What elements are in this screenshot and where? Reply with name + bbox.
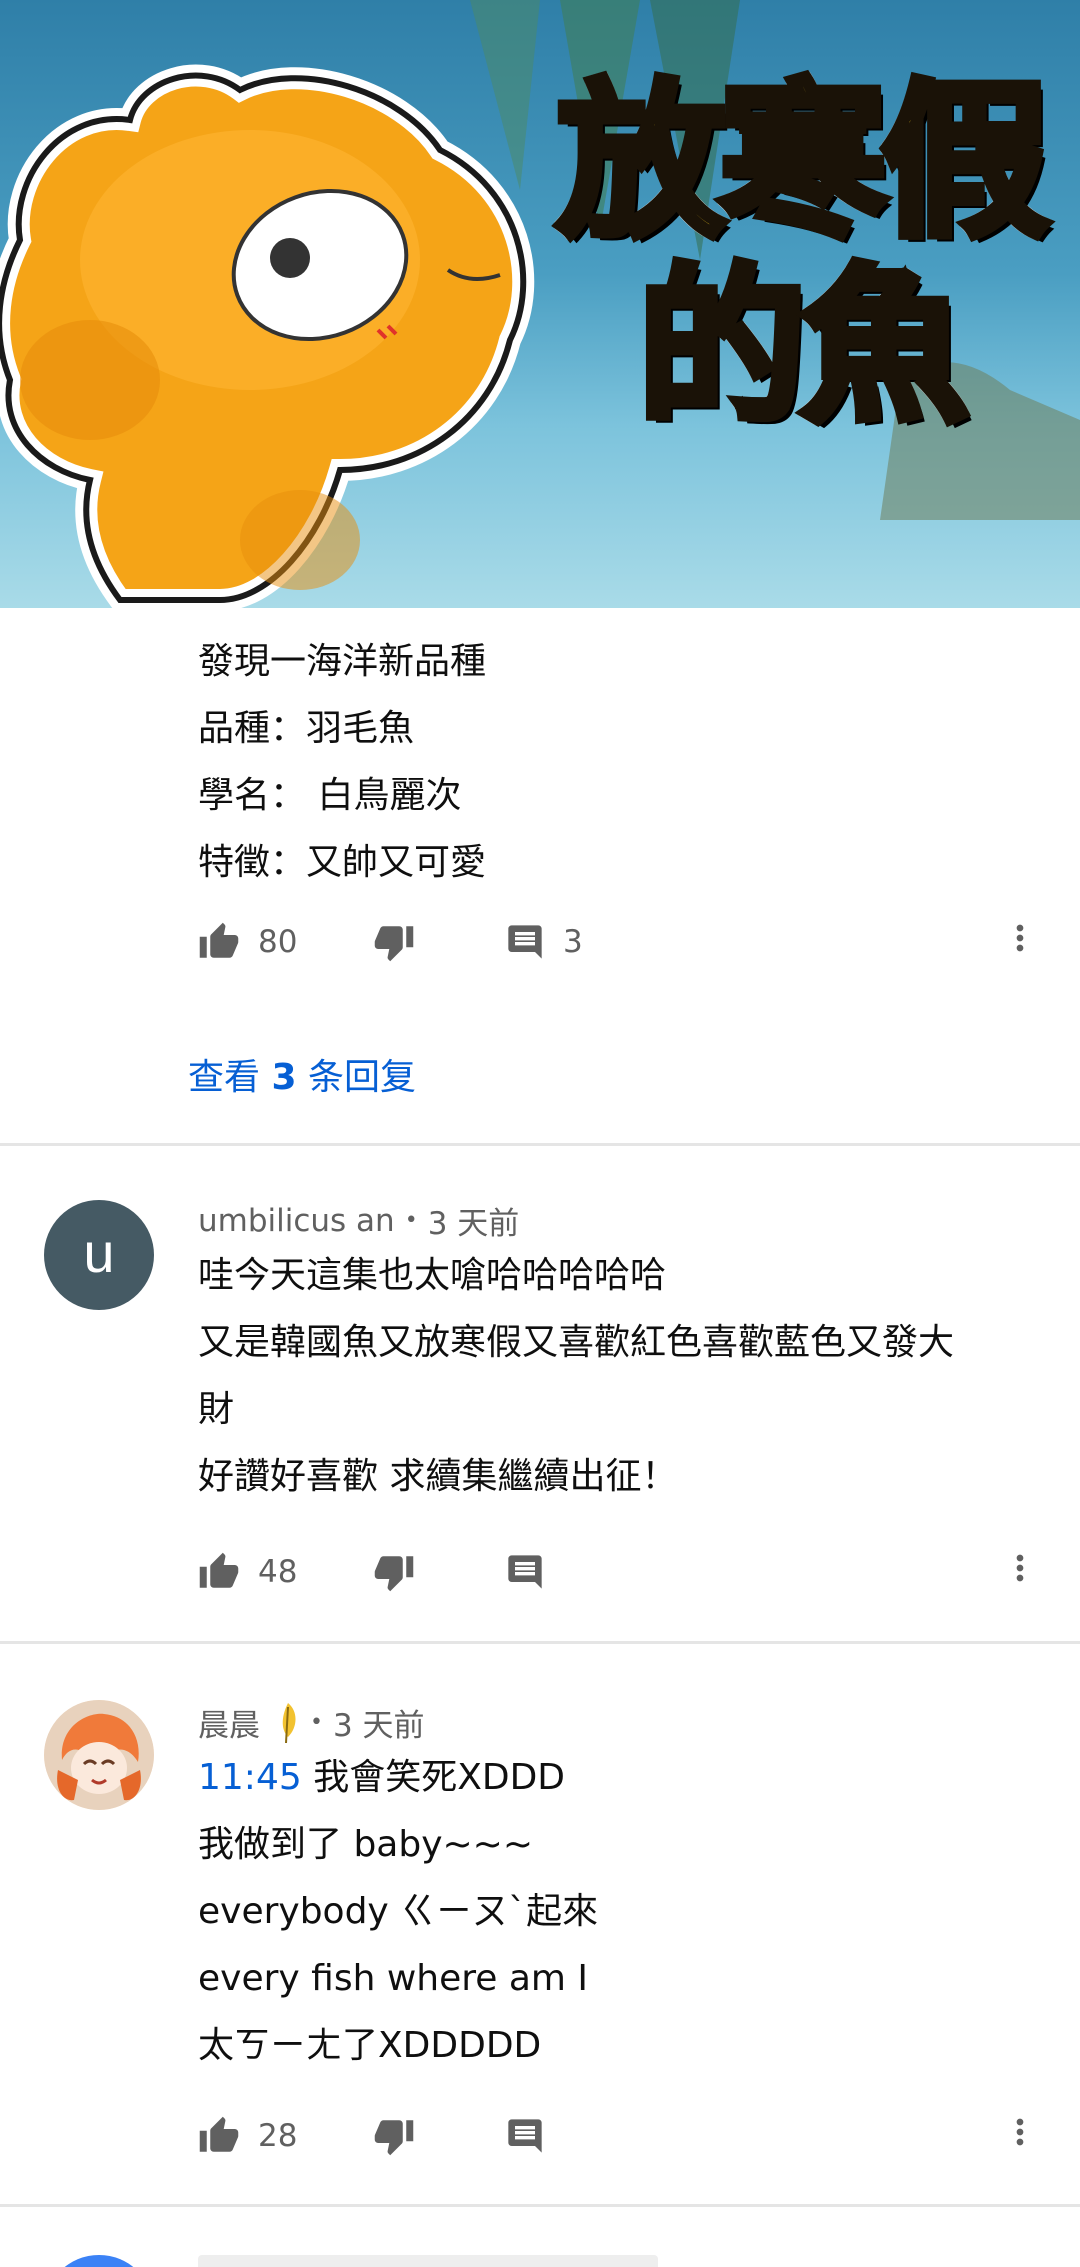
comment-1: 發現一海洋新品種 品種：羽毛魚 學名： 白鳥麗次 特徵：又帥又可愛 80 3 查… [0, 608, 1080, 1143]
more-vert-icon [1016, 924, 1024, 952]
reply-icon [508, 925, 542, 959]
comment-2: u umbilicus an • 3 天前 哇今天這集也太嗆哈哈哈哈哈 又是韓國… [0, 1146, 1080, 1641]
like-button[interactable]: 80 [198, 921, 373, 963]
like-icon [199, 922, 239, 958]
thumbnail-title-line-1: 放寒假 [553, 64, 1053, 260]
comment-meta: umbilicus an • 3 天前 [198, 1198, 519, 1243]
comment-line: 財 [198, 1389, 235, 1430]
thumbnail-title-line-2: 的魚 [634, 249, 972, 445]
reply-count: 3 [563, 924, 583, 960]
like-count: 80 [258, 924, 298, 960]
timestamp-link[interactable]: 11:45 [198, 1757, 302, 1798]
dislike-button[interactable] [373, 2115, 505, 2157]
more-options-button[interactable] [1000, 918, 1040, 962]
dislike-icon [374, 1556, 414, 1592]
comment-meta: 晨晨 • 3 天前 [198, 1700, 425, 1745]
comment-text: 發現一海洋新品種 品種：羽毛魚 學名： 白鳥麗次 特徵：又帥又可愛 [198, 628, 1038, 896]
view-replies-prefix: 查看 [188, 1057, 272, 1098]
comment-line: 品種：羽毛魚 [198, 708, 415, 749]
comment-line: 好讚好喜歡 求續集繼續出征！ [198, 1456, 678, 1497]
comment-time: 3 天前 [427, 1206, 520, 1242]
view-replies-count: 3 [271, 1057, 297, 1098]
like-count: 48 [258, 1554, 298, 1590]
view-replies-link[interactable]: 查看 3 条回复 [188, 1048, 416, 1100]
comment-meta-placeholder [198, 2255, 658, 2267]
comment-line: 太ㄎㄧㄤ了XDDDDD [198, 2025, 542, 2066]
separator-dot: • [404, 1208, 418, 1233]
reply-icon [508, 1555, 542, 1589]
comment-line: 特徵：又帥又可愛 [198, 842, 487, 883]
comment-line: 發現一海洋新品種 [198, 641, 487, 682]
video-thumbnail[interactable]: 放寒假 的魚 [0, 0, 1080, 608]
separator-dot: • [310, 1710, 323, 1735]
thumbnail-title: 放寒假 的魚 [520, 64, 1080, 445]
avatar[interactable] [44, 2255, 154, 2267]
comment-text: 哇今天這集也太嗆哈哈哈哈哈 又是韓國魚又放寒假又喜歡紅色喜歡藍色又發大 財 好讚… [198, 1242, 1038, 1510]
comment-actions: 80 3 [198, 912, 1040, 972]
comment-line: 學名： 白鳥麗次 [198, 775, 462, 816]
comment-3: 晨晨 • 3 天前 11:45 我會笑死XDDD 我做到了 baby~~~ ev… [0, 1644, 1080, 2204]
comment-time: 3 天前 [332, 1708, 425, 1744]
comment-4-partial [0, 2207, 1080, 2267]
author-name[interactable]: 晨晨 [198, 1700, 260, 1745]
dislike-button[interactable] [373, 921, 505, 963]
reply-button[interactable] [505, 2116, 545, 2156]
comment-line: 哇今天這集也太嗆哈哈哈哈哈 [198, 1255, 667, 1296]
avatar-letter: u [83, 1221, 115, 1284]
reply-button[interactable]: 3 [505, 922, 583, 962]
comment-line: 我做到了 baby~~~ [198, 1824, 534, 1865]
like-icon [199, 2116, 239, 2152]
author-name[interactable]: umbilicus an [198, 1203, 395, 1239]
avatar[interactable] [44, 1700, 154, 1810]
comment-line: 又是韓國魚又放寒假又喜歡紅色喜歡藍色又發大 [198, 1322, 955, 1363]
comment-actions: 28 [198, 2106, 1040, 2166]
like-button[interactable]: 48 [198, 1551, 373, 1593]
more-vert-icon [1016, 2118, 1024, 2146]
more-vert-icon [1016, 1554, 1024, 1582]
more-options-button[interactable] [1000, 1548, 1040, 1592]
like-icon [199, 1552, 239, 1588]
comment-line: 11:45 我會笑死XDDD [198, 1744, 1038, 1811]
reply-icon [508, 2119, 542, 2153]
comment-line-rest: 我會笑死XDDD [301, 1757, 566, 1798]
dislike-icon [374, 2120, 414, 2156]
more-options-button[interactable] [1000, 2112, 1040, 2156]
avatar[interactable]: u [44, 1200, 154, 1310]
like-count: 28 [258, 2118, 298, 2154]
dislike-icon [374, 926, 414, 962]
reply-button[interactable] [505, 1552, 545, 1592]
like-button[interactable]: 28 [198, 2115, 373, 2157]
comment-actions: 48 [198, 1542, 1040, 1602]
anime-avatar-image [44, 1700, 154, 1810]
view-replies-suffix: 条回复 [296, 1057, 416, 1098]
comment-text: 11:45 我會笑死XDDD 我做到了 baby~~~ everybody ㄍㄧ… [198, 1744, 1038, 2079]
feather-badge-icon [282, 1702, 296, 1743]
dislike-button[interactable] [373, 1551, 505, 1593]
comment-line: everybody ㄍㄧㄡˋ起來 [198, 1891, 599, 1932]
comment-line: every fish where am I [198, 1958, 589, 1999]
